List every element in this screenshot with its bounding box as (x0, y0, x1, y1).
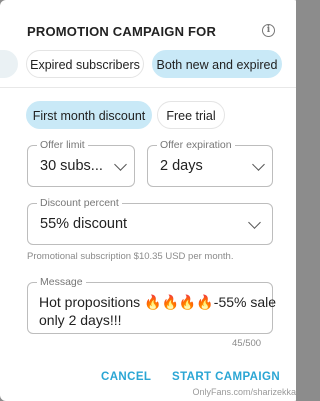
offer-chip-free-trial[interactable]: Free trial (157, 101, 225, 129)
promo-price-hint: Promotional subscription $10.35 USD per … (27, 251, 234, 262)
backdrop-edge (296, 0, 300, 401)
audience-chip-expired[interactable]: Expired subscribers (26, 50, 144, 78)
chevron-down-icon (252, 158, 265, 171)
discount-percent-select[interactable]: Discount percent 55% discount (27, 197, 273, 245)
watermark: OnlyFans.com/sharizekka (192, 387, 296, 397)
cancel-button[interactable]: CANCEL (101, 371, 151, 383)
offer-expiration-value: 2 days (160, 158, 203, 174)
divider (0, 87, 300, 88)
audience-chip-new[interactable] (0, 50, 18, 78)
offer-expiration-select[interactable]: Offer expiration 2 days (147, 139, 273, 187)
offer-limit-select[interactable]: Offer limit 30 subs... (27, 139, 135, 187)
chevron-down-icon (248, 216, 261, 229)
info-icon[interactable]: i (262, 24, 275, 37)
dialog-title: PROMOTION CAMPAIGN FOR (27, 24, 217, 39)
offer-chip-first-month[interactable]: First month discount (26, 101, 152, 129)
offer-limit-label: Offer limit (37, 139, 88, 151)
discount-percent-value: 55% discount (40, 216, 128, 232)
message-label: Message (37, 276, 86, 288)
chevron-down-icon (114, 158, 127, 171)
audience-chip-row: Expired subscribers Both new and expired (0, 50, 300, 80)
audience-chip-both[interactable]: Both new and expired (152, 50, 282, 78)
message-text: Hot propositions 🔥🔥🔥🔥-55% sale only 2 da… (39, 294, 277, 328)
offer-expiration-label: Offer expiration (157, 139, 235, 151)
promotion-dialog: PROMOTION CAMPAIGN FOR i Expired subscri… (0, 0, 300, 401)
start-campaign-button[interactable]: START CAMPAIGN (172, 371, 280, 383)
discount-percent-label: Discount percent (37, 197, 122, 209)
character-counter: 45/500 (232, 338, 262, 349)
offer-limit-value: 30 subs... (40, 158, 103, 174)
message-textarea[interactable]: Message Hot propositions 🔥🔥🔥🔥-55% sale o… (27, 276, 276, 334)
